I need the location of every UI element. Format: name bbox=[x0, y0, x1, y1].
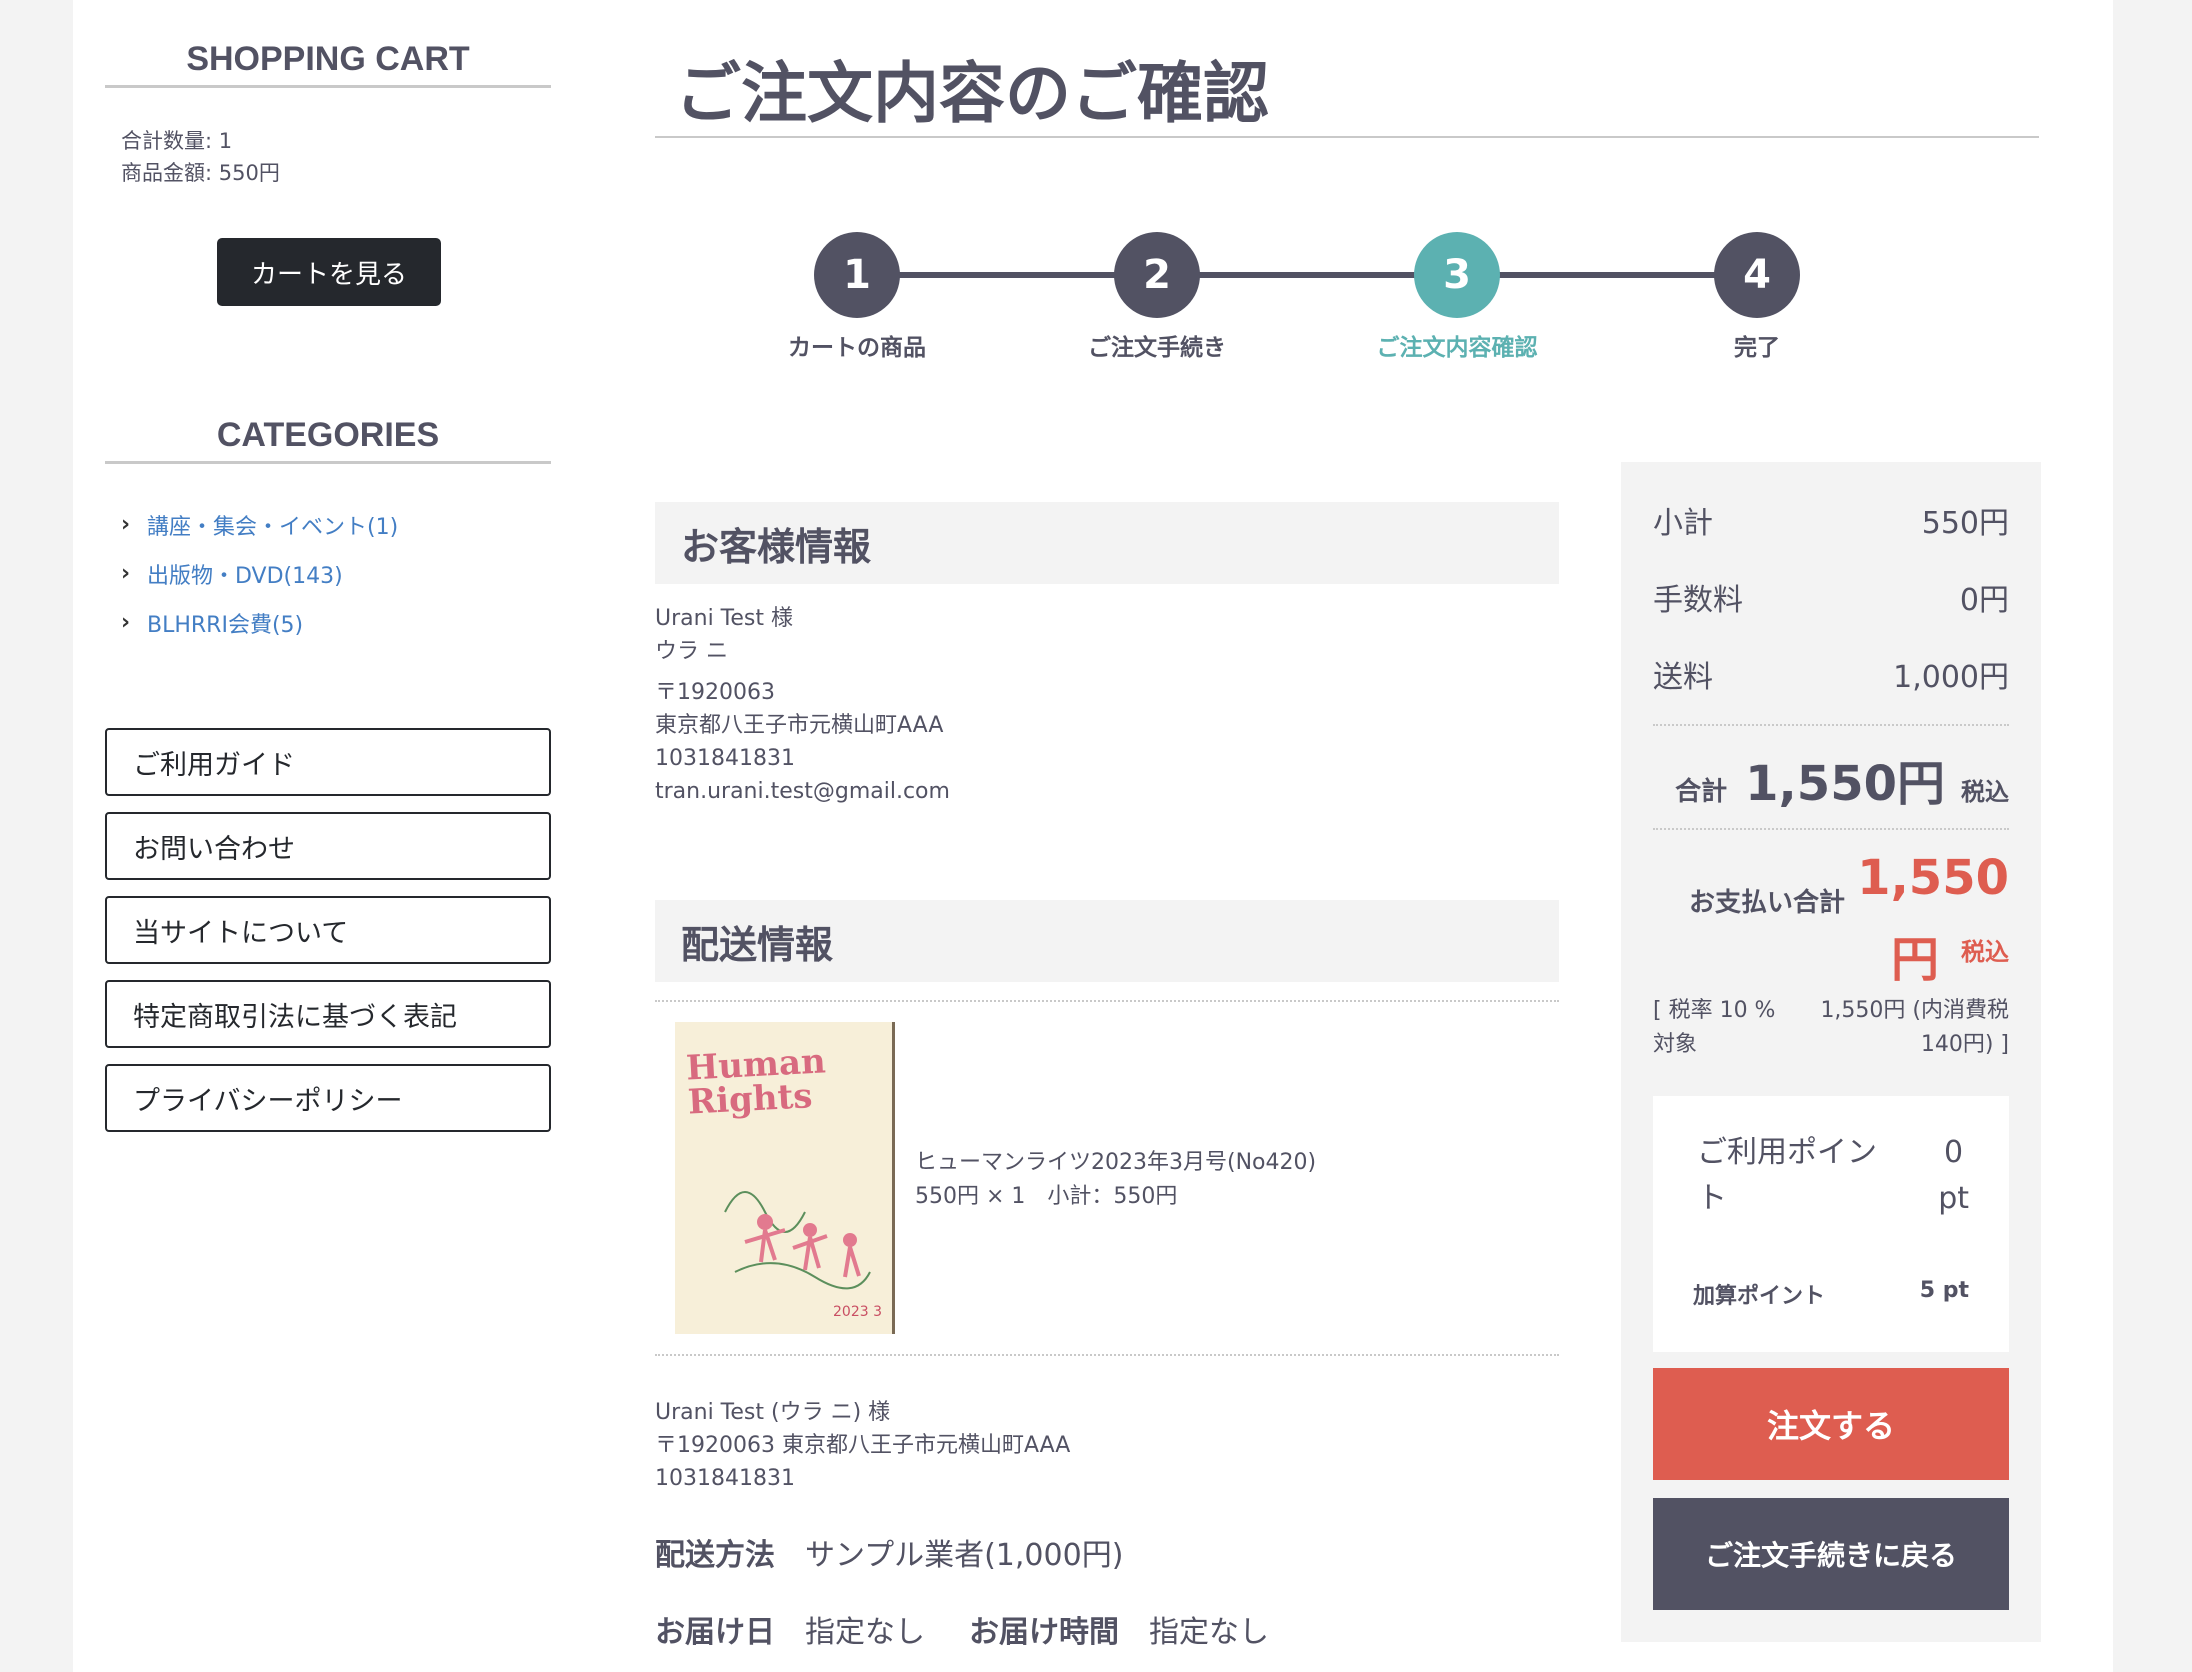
fee-value: 0円 bbox=[1959, 583, 2009, 618]
shipping-method-label: 配送方法 bbox=[655, 1538, 775, 1573]
privacy-policy-link[interactable]: プライバシーポリシー bbox=[105, 1064, 551, 1132]
back-to-checkout-button[interactable]: ご注文手続きに戻る bbox=[1653, 1498, 2009, 1610]
add-points-label: 加算ポイント bbox=[1693, 1284, 1826, 1309]
delivery-time-value: 指定なし bbox=[1149, 1615, 1269, 1650]
payment-total-label: お支払い合計 bbox=[1689, 888, 1846, 918]
divider bbox=[655, 1000, 1559, 1002]
delivery-date-value: 指定なし bbox=[805, 1615, 925, 1650]
category-link[interactable]: BLHRRI会費(5) bbox=[147, 607, 303, 639]
customer-email: tran.urani.test@gmail.com bbox=[655, 779, 950, 804]
page-title: ご注文内容のご確認 bbox=[675, 55, 1269, 132]
fee-row: 手数料 0円 bbox=[1653, 575, 2009, 619]
payment-total-value: 1,550 bbox=[1857, 850, 2009, 906]
chevron-right-icon: › bbox=[121, 512, 131, 537]
product-name[interactable]: ヒューマンライツ2023年3月号(No420) bbox=[915, 1146, 1316, 1180]
page: SHOPPING CART 合計数量: 1 商品金額: 550円 カートを見る … bbox=[73, 0, 2113, 1672]
delivery-date-label: お届け日 bbox=[655, 1615, 775, 1650]
legal-notice-link[interactable]: 特定商取引法に基づく表記 bbox=[105, 980, 551, 1048]
step-1: 1 カートの商品 bbox=[767, 232, 947, 362]
customer-name: Urani Test 様 bbox=[655, 606, 793, 631]
step-number: 2 bbox=[1114, 232, 1200, 318]
shipping-method: 配送方法 サンプル業者(1,000円) bbox=[655, 1530, 1123, 1574]
guide-link[interactable]: ご利用ガイド bbox=[105, 728, 551, 796]
customer-address: 東京都八王子市元横山町AAA bbox=[655, 713, 944, 738]
step-2: 2 ご注文手続き bbox=[1067, 232, 1247, 362]
total-value: 1,550円 bbox=[1745, 756, 1945, 812]
category-item[interactable]: › BLHRRI会費(5) bbox=[121, 598, 398, 647]
delivery-time-label: お届け時間 bbox=[969, 1615, 1119, 1650]
customer-kana: ウラ ニ bbox=[655, 639, 728, 664]
contact-link[interactable]: お問い合わせ bbox=[105, 812, 551, 880]
cover-title: Human Rights bbox=[685, 1041, 827, 1123]
shipping-fee-row: 送料 1,000円 bbox=[1653, 652, 2009, 696]
subtotal-label: 小計 bbox=[1653, 506, 1713, 541]
order-summary: 小計 550円 手数料 0円 送料 1,000円 合計 1,550円 税込 お支払い合計 … bbox=[1621, 462, 2041, 1642]
use-points-value: 0 pt bbox=[1938, 1135, 1969, 1216]
step-number: 3 bbox=[1414, 232, 1500, 318]
shipping-method-value: サンプル業者(1,000円) bbox=[805, 1538, 1124, 1573]
total-label: 合計 bbox=[1675, 777, 1728, 807]
cover-illustration bbox=[724, 1191, 871, 1290]
step-label: ご注文内容確認 bbox=[1376, 335, 1538, 361]
delivery-schedule: お届け日 指定なし お届け時間 指定なし bbox=[655, 1607, 1269, 1651]
category-link[interactable]: 講座・集会・イベント(1) bbox=[147, 509, 398, 541]
steps-connector bbox=[857, 272, 1757, 278]
ship-to-address: 〒1920063 東京都八王子市元横山町AAA bbox=[655, 1433, 1071, 1458]
payment-tax-label: 税込 bbox=[1961, 938, 2009, 966]
total-row: 合計 1,550円 税込 bbox=[1653, 744, 2009, 814]
divider bbox=[1653, 724, 2009, 726]
step-label: カートの商品 bbox=[788, 335, 926, 361]
title-divider bbox=[655, 136, 2039, 138]
subtotal-row: 小計 550円 bbox=[1653, 498, 2009, 542]
sidebar-links: ご利用ガイド お問い合わせ 当サイトについて 特定商取引法に基づく表記 プライバ… bbox=[105, 728, 551, 1148]
category-item[interactable]: › 出版物・DVD(143) bbox=[121, 549, 398, 598]
category-list: › 講座・集会・イベント(1) › 出版物・DVD(143) › BLHRRI会費(5… bbox=[121, 500, 398, 647]
shipping-fee-label: 送料 bbox=[1653, 660, 1713, 695]
customer-info: Urani Test 様 ウラ ニ 〒1920063 東京都八王子市元横山町AA… bbox=[655, 602, 950, 808]
chevron-right-icon: › bbox=[121, 610, 131, 635]
product-price-line: 550円 × 1 小計：550円 bbox=[915, 1184, 1178, 1209]
order-item: Human Rights 2023 3 ヒューマンライツ2023年3月号(No42… bbox=[675, 1022, 1559, 1334]
category-link[interactable]: 出版物・DVD(143) bbox=[147, 558, 343, 590]
tax-rate-label: [ 税率 10 % 対象 bbox=[1653, 998, 1776, 1057]
add-points-value: 5 pt bbox=[1919, 1278, 1969, 1303]
total-tax-label: 税込 bbox=[1961, 778, 2009, 806]
category-item[interactable]: › 講座・集会・イベント(1) bbox=[121, 500, 398, 549]
step-label: 完了 bbox=[1734, 335, 1780, 361]
cover-issue: 2023 3 bbox=[833, 1304, 882, 1320]
divider bbox=[655, 1354, 1559, 1356]
ship-to-name: Urani Test (ウラ ニ) 様 bbox=[655, 1400, 891, 1425]
step-number: 4 bbox=[1714, 232, 1800, 318]
fee-label: 手数料 bbox=[1653, 583, 1743, 618]
shopping-cart-heading: SHOPPING CART bbox=[105, 40, 551, 88]
about-link[interactable]: 当サイトについて bbox=[105, 896, 551, 964]
points-box: ご利用ポイント 0 pt 加算ポイント 5 pt bbox=[1653, 1096, 2009, 1352]
place-order-button[interactable]: 注文する bbox=[1653, 1368, 2009, 1480]
payment-total-yen: 円 bbox=[1890, 932, 1939, 988]
customer-info-heading: お客様情報 bbox=[655, 502, 1559, 584]
shipping-fee-value: 1,000円 bbox=[1893, 660, 2009, 695]
step-4: 4 完了 bbox=[1667, 232, 1847, 362]
divider bbox=[1653, 828, 2009, 830]
step-3: 3 ご注文内容確認 bbox=[1367, 232, 1547, 362]
subtotal-value: 550円 bbox=[1921, 506, 2009, 541]
use-points-label: ご利用ポイント bbox=[1697, 1135, 1877, 1216]
cart-summary: 合計数量: 1 商品金額: 550円 bbox=[121, 125, 280, 189]
ship-to-phone: 1031841831 bbox=[655, 1466, 795, 1491]
shipping-info-heading: 配送情報 bbox=[655, 900, 1559, 982]
view-cart-button[interactable]: カートを見る bbox=[217, 238, 441, 306]
customer-postal: 〒1920063 bbox=[655, 680, 775, 705]
categories-heading: CATEGORIES bbox=[105, 416, 551, 464]
tax-amount: 1,550円 (内消費税 140円) ] bbox=[1820, 998, 2009, 1057]
cart-amount: 商品金額: 550円 bbox=[121, 161, 280, 185]
shipping-address: Urani Test (ウラ ニ) 様 〒1920063 東京都八王子市元横山町… bbox=[655, 1396, 1070, 1495]
chevron-right-icon: › bbox=[121, 561, 131, 586]
step-label: ご注文手続き bbox=[1088, 335, 1226, 361]
checkout-steps: 1 カートの商品 2 ご注文手続き 3 ご注文内容確認 4 完了 bbox=[788, 232, 1800, 362]
product-info: ヒューマンライツ2023年3月号(No420) 550円 × 1 小計：550円 bbox=[915, 1146, 1316, 1214]
product-cover-image: Human Rights 2023 3 bbox=[675, 1022, 895, 1334]
cart-quantity: 合計数量: 1 bbox=[121, 129, 233, 153]
step-number: 1 bbox=[814, 232, 900, 318]
customer-phone: 1031841831 bbox=[655, 746, 795, 771]
